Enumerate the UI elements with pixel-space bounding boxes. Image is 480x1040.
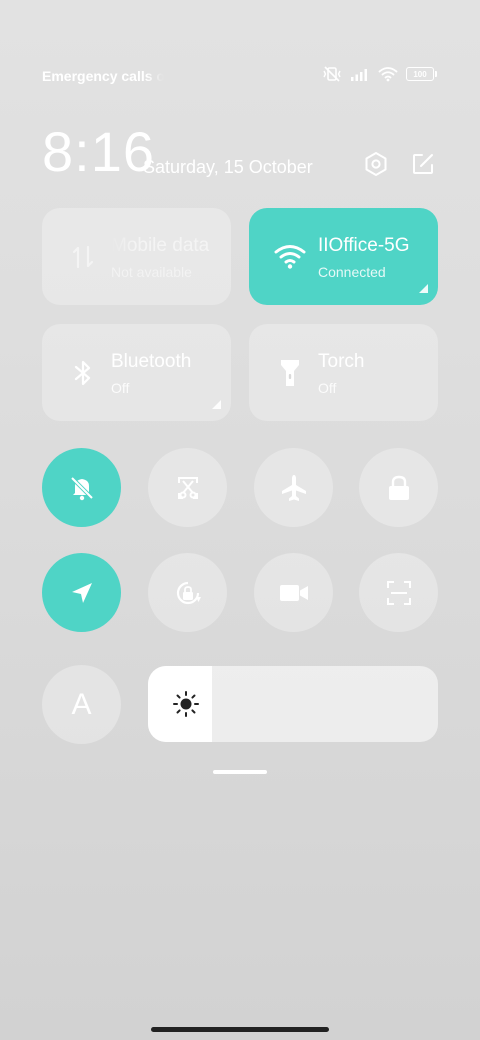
bell-off-icon <box>70 476 93 500</box>
mobile-data-icon <box>64 238 102 276</box>
torch-title: Torch <box>318 351 365 372</box>
airplane-icon <box>281 474 306 501</box>
torch-status: Off <box>318 380 337 396</box>
do-not-disturb-toggle[interactable] <box>42 448 121 527</box>
wifi-icon <box>271 238 309 276</box>
clock[interactable]: 8:16 <box>42 122 155 182</box>
wifi-status: Connected <box>318 264 386 280</box>
airplane-mode-toggle[interactable] <box>254 448 333 527</box>
carrier-status-text: Emergency calls only <box>42 68 164 84</box>
vibrate-off-icon <box>323 66 341 82</box>
reading-mode-toggle[interactable]: A <box>42 665 121 744</box>
settings-icon <box>365 152 387 176</box>
scanner-toggle[interactable] <box>359 553 438 632</box>
auto-rotate-toggle[interactable] <box>148 553 227 632</box>
reading-mode-letter: A <box>71 687 92 721</box>
wifi-status-icon <box>378 67 398 82</box>
battery-level: 100 <box>413 69 427 79</box>
wifi-network-name: IIOffice-5G <box>318 235 410 256</box>
bluetooth-icon <box>64 354 102 392</box>
signal-icon <box>351 69 367 81</box>
mobile-data-tile[interactable]: Mobile data Not available <box>42 208 231 305</box>
scissors-screenshot-icon <box>177 476 198 499</box>
torch-icon <box>271 354 309 392</box>
bluetooth-title: Bluetooth <box>111 351 192 372</box>
wifi-expand-corner[interactable] <box>419 284 428 293</box>
status-icons: 100 <box>322 66 437 82</box>
lock-screen-toggle[interactable] <box>359 448 438 527</box>
settings-button[interactable] <box>362 150 390 178</box>
brightness-slider[interactable] <box>148 666 438 742</box>
screenshot-toggle[interactable] <box>148 448 227 527</box>
torch-tile[interactable]: Torch Off <box>249 324 438 421</box>
screen-recorder-toggle[interactable] <box>254 553 333 632</box>
edit-button[interactable] <box>409 150 437 178</box>
location-toggle[interactable] <box>42 553 121 632</box>
bluetooth-expand-corner[interactable] <box>212 400 221 409</box>
scan-icon <box>386 580 411 605</box>
battery-icon: 100 <box>406 67 437 81</box>
rotation-lock-icon <box>176 581 201 604</box>
date[interactable]: Saturday, 15 October <box>143 157 313 178</box>
mobile-data-title: Mobile data <box>111 235 210 256</box>
brightness-icon <box>173 691 199 717</box>
mobile-data-status: Not available <box>111 264 192 280</box>
video-camera-icon <box>279 584 308 601</box>
panel-handle[interactable] <box>213 770 267 774</box>
wifi-tile[interactable]: IIOffice-5G Connected <box>249 208 438 305</box>
lock-icon <box>388 475 409 500</box>
home-indicator[interactable] <box>151 1027 329 1032</box>
bluetooth-tile[interactable]: Bluetooth Off <box>42 324 231 421</box>
edit-icon <box>413 154 433 174</box>
location-arrow-icon <box>71 582 92 603</box>
bluetooth-status: Off <box>111 380 130 396</box>
